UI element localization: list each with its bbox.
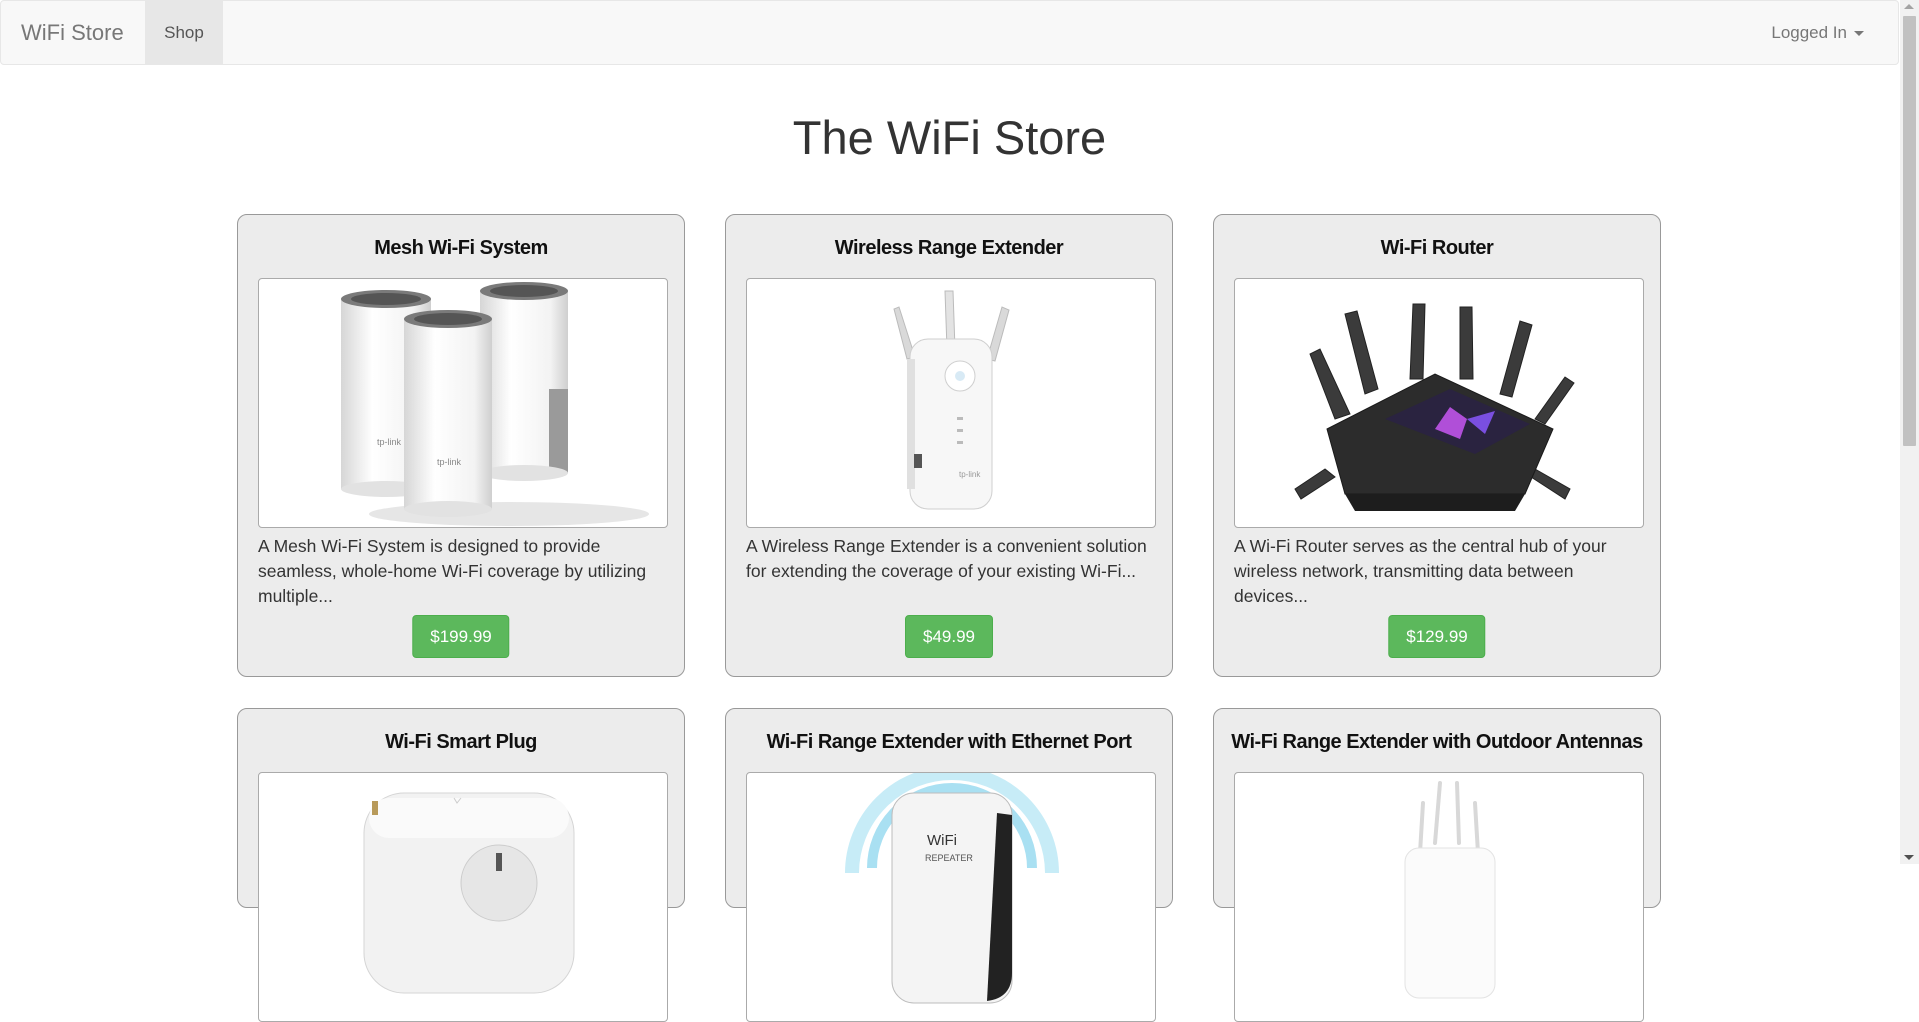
product-card: Mesh Wi-Fi System tp-link tp-link A Mesh… [237,214,685,677]
scroll-up-arrow-icon[interactable] [1904,4,1914,9]
product-title[interactable]: Wi-Fi Router [1214,237,1660,260]
product-card: Wi-Fi Range Extender with Ethernet Port … [725,708,1173,1022]
product-title[interactable]: Mesh Wi-Fi System [238,237,684,260]
product-card: Wi-Fi Smart Plug [237,708,685,1022]
product-image[interactable]: tp-link [746,278,1156,528]
page-title: The WiFi Store [792,111,1107,164]
price-button[interactable]: $199.99 [412,615,510,658]
scrollbar-thumb[interactable] [1903,16,1916,446]
smart-plug-image [363,792,575,994]
user-menu-label: Logged In [1771,23,1847,42]
price-button[interactable]: $129.99 [1388,615,1486,658]
nav-item-shop[interactable]: Shop [145,1,223,64]
product-image-label: REPEATER [925,853,973,863]
product-card: Wi-Fi Range Extender with Outdoor Antenn… [1213,708,1661,1022]
product-description: A Wireless Range Extender is a convenien… [746,536,1147,581]
product-image-label: tp-link [959,470,981,479]
product-image[interactable] [1234,772,1644,1022]
product-title[interactable]: Wi-Fi Range Extender with Outdoor Antenn… [1214,731,1660,754]
product-title[interactable]: Wi-Fi Smart Plug [238,731,684,754]
outdoor-antenna-extender-image [1404,781,1496,999]
product-description: A Mesh Wi-Fi System is designed to provi… [258,536,647,606]
router-image [1294,303,1575,511]
repeater-image: WiFi REPEATER [845,773,1059,1004]
brand-link[interactable]: WiFi Store [21,1,124,64]
product-title[interactable]: Wireless Range Extender [726,237,1172,260]
product-title[interactable]: Wi-Fi Range Extender with Ethernet Port [726,731,1172,754]
product-image-label: tp-link [377,437,402,447]
price-button[interactable]: $49.99 [905,615,993,658]
navbar: WiFi Store Shop Logged In [0,0,1899,65]
product-image[interactable] [1234,278,1644,528]
product-image[interactable] [258,772,668,1022]
caret-down-icon [1854,31,1864,37]
product-image[interactable]: WiFi REPEATER [746,772,1156,1022]
product-card: Wireless Range Extender tp-link A Wirele… [725,214,1173,677]
product-description: A Wi-Fi Router serves as the central hub… [1234,536,1607,606]
range-extender-image: tp-link [893,290,1010,510]
user-menu-dropdown[interactable]: Logged In [1771,1,1864,64]
scroll-down-arrow-icon[interactable] [1904,855,1914,860]
product-image-label: tp-link [437,457,462,467]
product-card: Wi-Fi Router A Wi-Fi Router serves as th… [1213,214,1661,677]
mesh-wifi-image: tp-link tp-link [341,282,649,526]
vertical-scrollbar[interactable] [1900,0,1919,864]
product-image-label: WiFi [927,832,957,849]
product-image[interactable]: tp-link tp-link [258,278,668,528]
